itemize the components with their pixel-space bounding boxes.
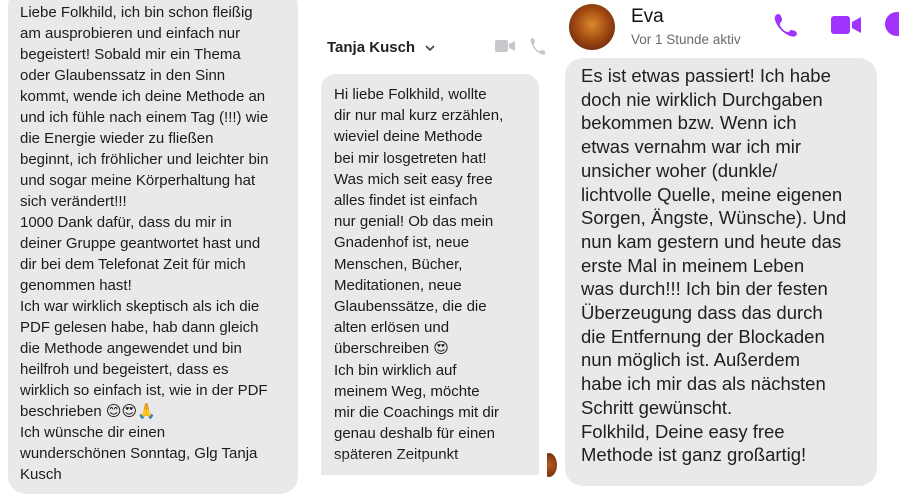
- avatar-thumbnail: [547, 453, 557, 477]
- phone-icon[interactable]: [529, 36, 545, 61]
- message-bubble: Liebe Folkhild, ich bin schon fleißig am…: [8, 0, 298, 494]
- contact-name[interactable]: Tanja Kusch: [327, 39, 415, 56]
- message-bubble: Es ist etwas passiert! Ich habe doch nie…: [565, 58, 877, 486]
- video-camera-icon[interactable]: [494, 38, 516, 59]
- chat-panel-eva: Eva Vor 1 Stunde aktiv Es ist etwas pass…: [547, 0, 899, 500]
- active-status: Vor 1 Stunde aktiv: [631, 32, 741, 47]
- message-fade: [321, 455, 539, 475]
- avatar[interactable]: [569, 4, 615, 50]
- info-icon[interactable]: [883, 10, 899, 43]
- chat-panel-tanja: Tanja Kusch Hi liebe Folkhild, wollte di…: [313, 0, 545, 500]
- phone-icon[interactable]: [773, 12, 799, 43]
- video-camera-icon[interactable]: [830, 14, 862, 41]
- chat-panel-1: Liebe Folkhild, ich bin schon fleißig am…: [0, 0, 310, 500]
- message-bubble: Hi liebe Folkhild, wollte dir nur mal ku…: [321, 74, 539, 474]
- chevron-down-icon[interactable]: [424, 41, 436, 59]
- contact-name[interactable]: Eva: [631, 6, 664, 28]
